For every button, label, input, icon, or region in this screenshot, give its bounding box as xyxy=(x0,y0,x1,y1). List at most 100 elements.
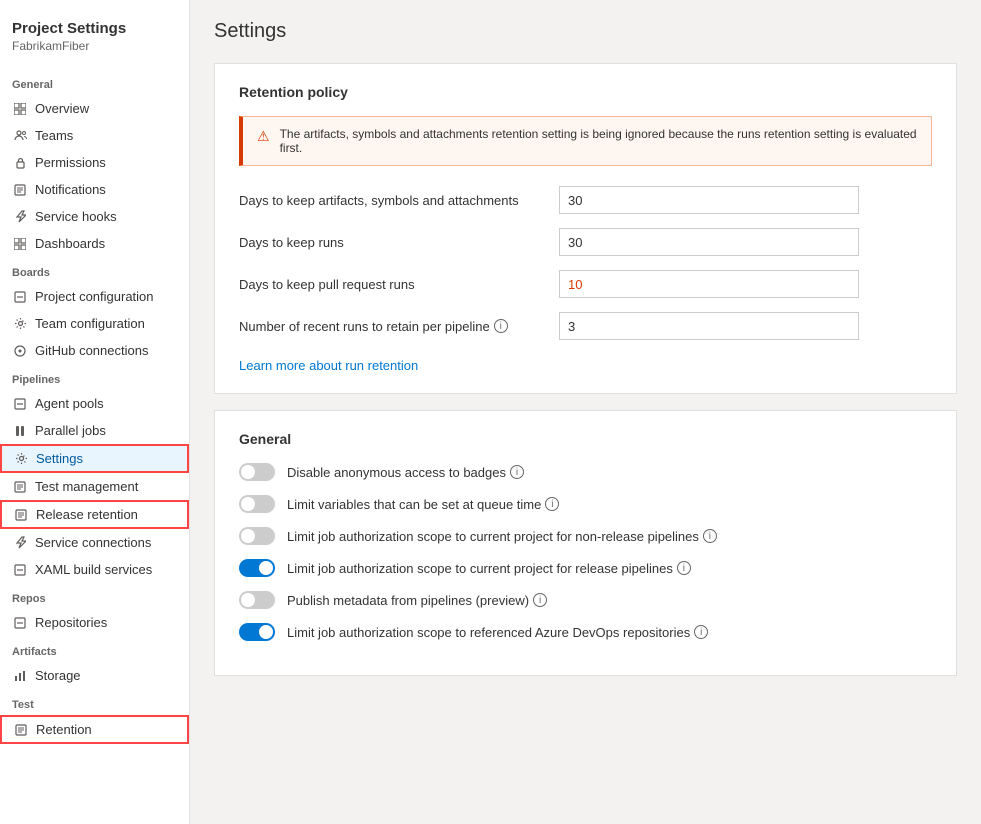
sidebar-item-label-repositories: Repositories xyxy=(35,615,107,630)
project-configuration-icon xyxy=(13,290,27,304)
xaml-build-services-icon xyxy=(13,563,27,577)
main-content: Settings Retention policy ⚠ The artifact… xyxy=(190,0,981,824)
toggle-row-limit-variables: Limit variables that can be set at queue… xyxy=(239,495,932,513)
sidebar-item-service-connections[interactable]: Service connections xyxy=(0,529,189,556)
field-label-runs-days: Days to keep runs xyxy=(239,235,559,250)
sidebar-section-label: Pipelines xyxy=(0,364,189,390)
sidebar-item-teams[interactable]: Teams xyxy=(0,122,189,149)
sidebar-section-test: TestRetention3 xyxy=(0,689,189,744)
warning-text: The artifacts, symbols and attachments r… xyxy=(280,127,917,155)
retention-policy-title: Retention policy xyxy=(239,84,932,100)
sidebar-item-permissions[interactable]: Permissions xyxy=(0,149,189,176)
warning-box: ⚠ The artifacts, symbols and attachments… xyxy=(239,116,932,166)
general-card: General Disable anonymous access to badg… xyxy=(214,410,957,676)
sidebar-item-retention[interactable]: Retention xyxy=(0,715,189,744)
sidebar-item-overview[interactable]: Overview xyxy=(0,95,189,122)
info-icon-toggle-limit-variables[interactable]: i xyxy=(545,497,559,511)
sidebar-subtitle: FabrikamFiber xyxy=(12,39,177,53)
sidebar-item-label-test-management: Test management xyxy=(35,479,138,494)
sidebar-section-label: Repos xyxy=(0,583,189,609)
form-row-runs-days: Days to keep runs xyxy=(239,228,932,256)
sidebar-item-settings[interactable]: Settings xyxy=(0,444,189,473)
field-input-recent-runs[interactable] xyxy=(559,312,859,340)
sidebar-section-general: General Overview Teams Permissions Notificat… xyxy=(0,69,189,257)
sidebar-item-storage[interactable]: Storage xyxy=(0,662,189,689)
overview-icon xyxy=(13,102,27,116)
toggle-limit-job-auth-release[interactable] xyxy=(239,559,275,577)
toggle-anonymous-badges[interactable] xyxy=(239,463,275,481)
dashboards-icon xyxy=(13,237,27,251)
sidebar-item-service-hooks[interactable]: Service hooks xyxy=(0,203,189,230)
release-retention-icon xyxy=(14,508,28,522)
sidebar-item-test-management[interactable]: Test management xyxy=(0,473,189,500)
team-configuration-icon xyxy=(13,317,27,331)
sidebar-item-notifications[interactable]: Notifications xyxy=(0,176,189,203)
toggle-label-limit-variables: Limit variables that can be set at queue… xyxy=(287,497,559,512)
retention-icon xyxy=(14,723,28,737)
sidebar-item-team-configuration[interactable]: Team configuration xyxy=(0,310,189,337)
info-icon-toggle-publish-metadata[interactable]: i xyxy=(533,593,547,607)
info-icon-toggle-anonymous-badges[interactable]: i xyxy=(510,465,524,479)
warning-icon: ⚠ xyxy=(257,128,270,145)
info-icon-toggle-limit-job-auth-release[interactable]: i xyxy=(677,561,691,575)
retention-policy-card: Retention policy ⚠ The artifacts, symbol… xyxy=(214,63,957,394)
learn-more-link[interactable]: Learn more about run retention xyxy=(239,358,418,373)
sidebar-item-label-release-retention: Release retention xyxy=(36,507,138,522)
sidebar-item-label-teams: Teams xyxy=(35,128,73,143)
sidebar-item-label-settings: Settings xyxy=(36,451,83,466)
test-management-icon xyxy=(13,480,27,494)
sidebar: Project Settings FabrikamFiber GeneralOv… xyxy=(0,0,190,824)
sidebar-item-project-configuration[interactable]: Project configuration xyxy=(0,283,189,310)
sidebar-item-dashboards[interactable]: Dashboards xyxy=(0,230,189,257)
teams-icon xyxy=(13,129,27,143)
sidebar-item-agent-pools[interactable]: Agent pools xyxy=(0,390,189,417)
settings-icon xyxy=(14,452,28,466)
toggle-limit-variables[interactable] xyxy=(239,495,275,513)
info-icon-toggle-limit-job-auth-azure[interactable]: i xyxy=(694,625,708,639)
sidebar-item-label-parallel-jobs: Parallel jobs xyxy=(35,423,106,438)
toggle-limit-job-auth-azure[interactable] xyxy=(239,623,275,641)
toggle-label-limit-job-auth-azure: Limit job authorization scope to referen… xyxy=(287,625,708,640)
sidebar-item-label-service-hooks: Service hooks xyxy=(35,209,117,224)
sidebar-item-label-team-configuration: Team configuration xyxy=(35,316,145,331)
sidebar-section-boards: BoardsProject configuration Team configur… xyxy=(0,257,189,364)
form-row-pr-runs-days: Days to keep pull request runs xyxy=(239,270,932,298)
sidebar-item-label-retention: Retention xyxy=(36,722,92,737)
sidebar-item-label-github-connections: GitHub connections xyxy=(35,343,148,358)
info-icon-recent-runs[interactable]: i xyxy=(494,319,508,333)
sidebar-item-label-dashboards: Dashboards xyxy=(35,236,105,251)
service-connections-icon xyxy=(13,536,27,550)
toggle-limit-job-auth-non-release[interactable] xyxy=(239,527,275,545)
page-title: Settings xyxy=(214,20,957,43)
sidebar-item-xaml-build-services[interactable]: XAML build services xyxy=(0,556,189,583)
sidebar-item-release-retention[interactable]: Release retention xyxy=(0,500,189,529)
permissions-icon xyxy=(13,156,27,170)
field-input-artifacts-days[interactable] xyxy=(559,186,859,214)
toggle-label-limit-job-auth-non-release: Limit job authorization scope to current… xyxy=(287,529,717,544)
toggle-label-limit-job-auth-release: Limit job authorization scope to current… xyxy=(287,561,691,576)
field-input-pr-runs-days[interactable] xyxy=(559,270,859,298)
sidebar-section-label: General xyxy=(0,69,189,95)
sidebar-item-label-permissions: Permissions xyxy=(35,155,106,170)
general-title: General xyxy=(239,431,932,447)
github-connections-icon xyxy=(13,344,27,358)
toggle-row-limit-job-auth-non-release: Limit job authorization scope to current… xyxy=(239,527,932,545)
sidebar-item-label-storage: Storage xyxy=(35,668,81,683)
toggle-row-anonymous-badges: Disable anonymous access to badgesi xyxy=(239,463,932,481)
sidebar-item-parallel-jobs[interactable]: Parallel jobs xyxy=(0,417,189,444)
service-hooks-icon xyxy=(13,210,27,224)
repositories-icon xyxy=(13,616,27,630)
info-icon-toggle-limit-job-auth-non-release[interactable]: i xyxy=(703,529,717,543)
sidebar-item-label-overview: Overview xyxy=(35,101,89,116)
form-row-recent-runs: Number of recent runs to retain per pipe… xyxy=(239,312,932,340)
storage-icon xyxy=(13,669,27,683)
sidebar-item-label-notifications: Notifications xyxy=(35,182,106,197)
toggle-publish-metadata[interactable] xyxy=(239,591,275,609)
sidebar-item-label-service-connections: Service connections xyxy=(35,535,151,550)
sidebar-item-label-xaml-build-services: XAML build services xyxy=(35,562,152,577)
sidebar-item-repositories[interactable]: Repositories xyxy=(0,609,189,636)
field-input-runs-days[interactable] xyxy=(559,228,859,256)
sidebar-section-artifacts: ArtifactsStorage xyxy=(0,636,189,689)
sidebar-item-github-connections[interactable]: GitHub connections xyxy=(0,337,189,364)
sidebar-section-label: Boards xyxy=(0,257,189,283)
